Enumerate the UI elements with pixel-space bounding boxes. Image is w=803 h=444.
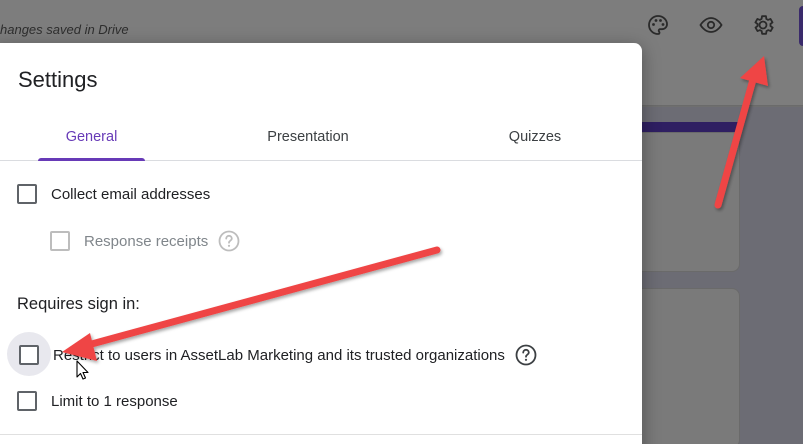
dialog-divider bbox=[0, 434, 642, 435]
active-tab-indicator bbox=[38, 158, 145, 161]
save-status: hanges saved in Drive bbox=[0, 22, 129, 37]
dialog-title: Settings bbox=[18, 67, 98, 92]
response-receipts-checkbox[interactable] bbox=[50, 231, 70, 251]
help-icon[interactable] bbox=[515, 344, 537, 366]
limit-one-response-option: Limit to 1 response bbox=[17, 391, 178, 411]
collect-email-checkbox[interactable] bbox=[17, 184, 37, 204]
palette-icon[interactable] bbox=[645, 12, 671, 38]
response-receipts-option: Response receipts bbox=[50, 230, 240, 252]
limit-one-response-label: Limit to 1 response bbox=[51, 392, 178, 410]
send-button-edge[interactable] bbox=[799, 6, 803, 46]
requires-signin-heading: Requires sign in: bbox=[17, 295, 140, 313]
settings-tabs: General Presentation Quizzes bbox=[0, 113, 642, 161]
tab-presentation[interactable]: Presentation bbox=[248, 113, 368, 161]
collect-email-label: Collect email addresses bbox=[51, 185, 211, 203]
collect-email-option: Collect email addresses bbox=[17, 184, 210, 204]
tab-quizzes[interactable]: Quizzes bbox=[480, 113, 590, 161]
restrict-users-checkbox[interactable] bbox=[19, 345, 39, 365]
help-icon[interactable] bbox=[218, 230, 240, 252]
eye-icon[interactable] bbox=[698, 12, 724, 38]
tab-general[interactable]: General bbox=[38, 113, 145, 161]
response-receipts-label: Response receipts bbox=[84, 232, 209, 250]
settings-dialog: Settings General Presentation Quizzes Co… bbox=[0, 43, 642, 444]
restrict-users-option: Restrict to users in AssetLab Marketing … bbox=[19, 344, 537, 366]
gear-icon[interactable] bbox=[750, 12, 776, 38]
limit-one-response-checkbox[interactable] bbox=[17, 391, 37, 411]
restrict-users-label: Restrict to users in AssetLab Marketing … bbox=[53, 346, 505, 364]
